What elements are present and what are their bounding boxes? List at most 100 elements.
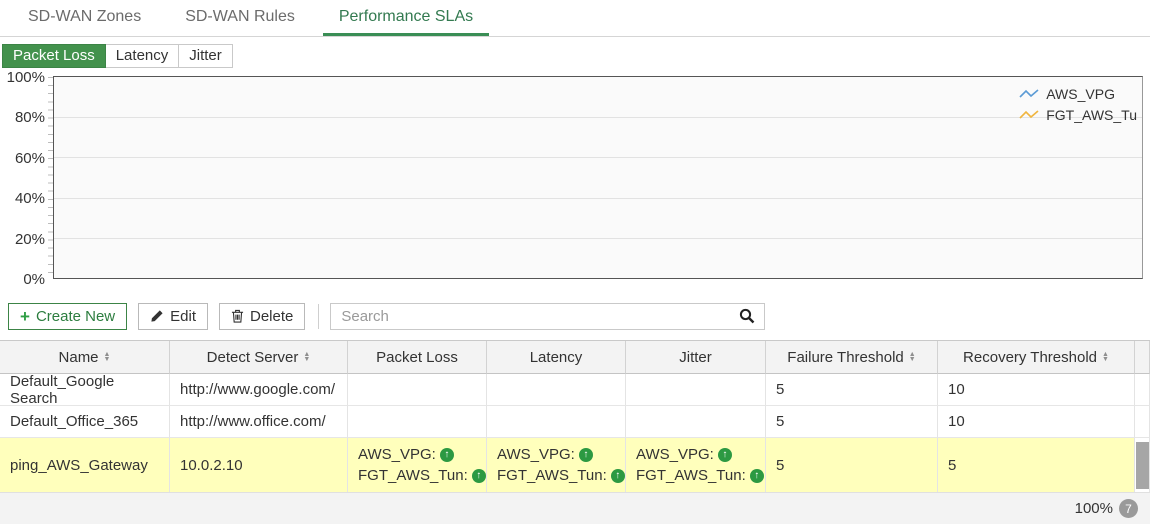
chart-plot-area: AWS_VPG FGT_AWS_Tu [53,76,1143,279]
legend-item-aws-vpg: AWS_VPG [1019,86,1137,102]
col-header-recovery-threshold[interactable]: Recovery Threshold ▲▼ [938,341,1135,374]
series-line-icon [1019,109,1039,121]
scrollbar-gutter [1135,406,1150,438]
delete-label: Delete [250,308,293,325]
ytick-0: 0% [0,271,45,288]
ytick-100: 100% [0,69,45,86]
create-new-label: Create New [36,308,115,325]
col-header-latency: Latency [487,341,626,374]
cell-failure-threshold: 5 [766,374,938,406]
scrollbar-gutter [1135,374,1150,406]
cell-packet-loss [348,406,487,438]
legend-item-fgt-aws-tun: FGT_AWS_Tu [1019,107,1137,123]
cell-detect-server: http://www.office.com/ [170,406,348,438]
cell-name: ping_AWS_Gateway [0,438,170,493]
status-up-icon: ↑ [579,448,593,462]
plus-icon: + [20,308,30,325]
table-row-ping-aws-gateway[interactable]: ping_AWS_Gateway 10.0.2.10 AWS_VPG:↑ FGT… [0,438,1150,493]
trash-icon [231,309,244,323]
col-label: Jitter [679,349,712,366]
delete-button[interactable]: Delete [219,303,305,330]
cell-latency [487,374,626,406]
cell-jitter: AWS_VPG:↑ FGT_AWS_Tun:↑ [626,438,766,493]
table-row-default-office-365[interactable]: Default_Office_365 http://www.office.com… [0,406,1150,438]
packet-loss-chart: 100% 80% 60% 40% 20% 0% AWS_VPG FGT_AWS_… [0,76,1143,279]
col-label: Latency [530,349,583,366]
gridline-40 [54,198,1142,199]
sort-icon: ▲▼ [303,352,310,362]
metric-subtabs: Packet Loss Latency Jitter [2,44,1150,68]
status-up-icon: ↑ [611,469,625,483]
search-input[interactable] [331,308,730,325]
col-label: Detect Server [207,349,299,366]
cell-failure-threshold: 5 [766,406,938,438]
toolbar-divider [318,304,319,329]
col-header-jitter: Jitter [626,341,766,374]
table-toolbar: + Create New Edit Delete [8,302,1150,330]
cell-packet-loss [348,374,487,406]
cell-recovery-threshold: 10 [938,374,1135,406]
legend-label: AWS_VPG [1046,86,1115,102]
cell-packet-loss: AWS_VPG:↑ FGT_AWS_Tun:↑ [348,438,487,493]
chart-legend: AWS_VPG FGT_AWS_Tu [1019,86,1137,123]
record-count-badge: 7 [1119,499,1138,518]
top-tab-bar: SD-WAN Zones SD-WAN Rules Performance SL… [0,0,1150,37]
cell-failure-threshold: 5 [766,438,938,493]
status-up-icon: ↑ [718,448,732,462]
sort-icon: ▲▼ [104,352,111,362]
edit-button[interactable]: Edit [138,303,208,330]
status-up-icon: ↑ [472,469,486,483]
subtab-latency[interactable]: Latency [106,44,180,68]
cell-detect-server: 10.0.2.10 [170,438,348,493]
status-bar: 100% 7 [0,492,1150,524]
search-button[interactable] [730,304,764,329]
edit-label: Edit [170,308,196,325]
y-axis-minor-ticks [48,77,53,278]
search-box [330,303,765,330]
status-up-icon: ↑ [750,469,764,483]
gridline-60 [54,157,1142,158]
sla-table: Name ▲▼ Detect Server ▲▼ Packet Loss Lat… [0,340,1150,493]
cell-latency [487,406,626,438]
cell-jitter [626,374,766,406]
create-new-button[interactable]: + Create New [8,303,127,330]
series-line-icon [1019,88,1039,100]
scrollbar-gutter-header [1135,341,1150,374]
sort-icon: ▲▼ [1102,352,1109,362]
legend-label: FGT_AWS_Tu [1046,107,1137,123]
col-label: Failure Threshold [787,349,903,366]
tab-performance-slas[interactable]: Performance SLAs [323,0,489,36]
pencil-icon [150,309,164,323]
subtab-jitter[interactable]: Jitter [179,44,233,68]
col-label: Name [59,349,99,366]
table-row-default-google-search[interactable]: Default_Google Search http://www.google.… [0,374,1150,406]
subtab-packet-loss[interactable]: Packet Loss [2,44,106,68]
table-header-row: Name ▲▼ Detect Server ▲▼ Packet Loss Lat… [0,341,1150,374]
col-header-detect-server[interactable]: Detect Server ▲▼ [170,341,348,374]
gridline-20 [54,238,1142,239]
tab-sdwan-rules[interactable]: SD-WAN Rules [169,0,311,36]
col-header-name[interactable]: Name ▲▼ [0,341,170,374]
vertical-scrollbar-thumb[interactable] [1136,442,1149,489]
col-header-packet-loss: Packet Loss [348,341,487,374]
ytick-60: 60% [0,150,45,167]
search-icon [739,308,755,324]
ytick-80: 80% [0,109,45,126]
tab-sdwan-zones[interactable]: SD-WAN Zones [12,0,157,36]
cell-recovery-threshold: 10 [938,406,1135,438]
cell-detect-server: http://www.google.com/ [170,374,348,406]
cell-name: Default_Google Search [0,374,170,406]
zoom-level: 100% [1075,500,1113,517]
cell-latency: AWS_VPG:↑ FGT_AWS_Tun:↑ [487,438,626,493]
col-header-failure-threshold[interactable]: Failure Threshold ▲▼ [766,341,938,374]
cell-recovery-threshold: 5 [938,438,1135,493]
ytick-20: 20% [0,231,45,248]
cell-jitter [626,406,766,438]
status-up-icon: ↑ [440,448,454,462]
cell-name: Default_Office_365 [0,406,170,438]
ytick-40: 40% [0,190,45,207]
gridline-80 [54,117,1142,118]
sort-icon: ▲▼ [909,352,916,362]
col-label: Packet Loss [376,349,458,366]
col-label: Recovery Threshold [963,349,1097,366]
